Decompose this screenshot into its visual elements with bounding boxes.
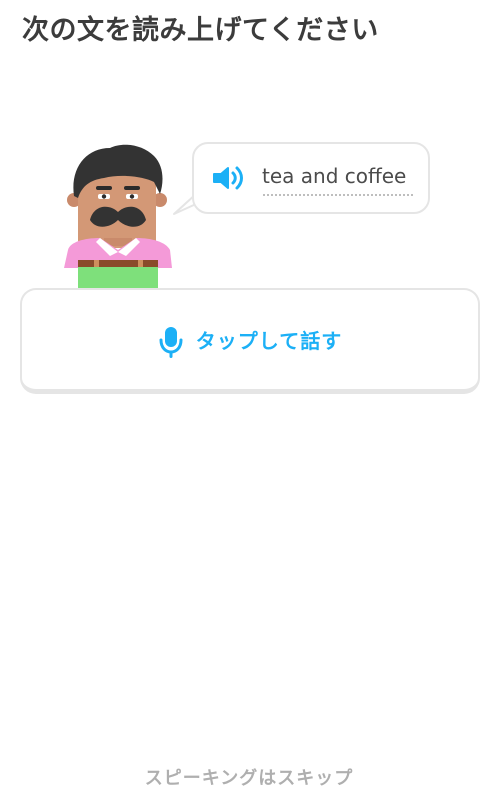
page-title: 次の文を読み上げてください <box>22 15 379 46</box>
speech-bubble: tea and coffee <box>192 142 430 214</box>
microphone-icon <box>159 326 183 358</box>
prompt-dotted-underline <box>262 194 414 196</box>
character-illustration <box>64 144 172 288</box>
tap-to-speak-button[interactable]: タップして話す <box>20 288 480 394</box>
speaker-icon[interactable] <box>212 164 246 192</box>
prompt-sentence[interactable]: tea and coffee <box>262 164 406 188</box>
skip-speaking-button[interactable]: スピーキングはスキップ <box>0 764 498 790</box>
tap-to-speak-label: タップして話す <box>195 329 343 353</box>
